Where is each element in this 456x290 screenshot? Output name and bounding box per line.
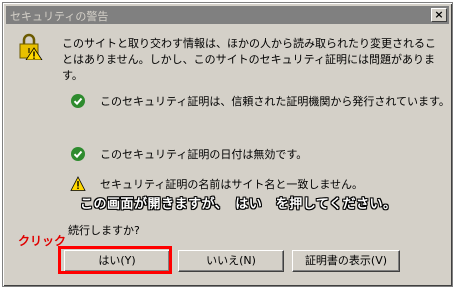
title-bar[interactable]: セキュリティの警告 × (6, 6, 449, 24)
window-title: セキュリティの警告 (10, 10, 109, 23)
intro-message: このサイトと取り交わす情報は、ほかの人から読み取られたり変更されることはありませ… (62, 37, 436, 82)
check-icon (71, 94, 85, 108)
yes-button-highlight (58, 246, 172, 274)
check-text: このセキュリティ証明の日付は無効です。 (100, 148, 308, 161)
check-text: このセキュリティ証明は、信頼された証明機関から発行されています。 (100, 95, 450, 108)
view-certificate-button[interactable]: 証明書の表示(V) (292, 250, 400, 272)
close-button[interactable]: × (431, 8, 447, 22)
warning-row-name-mismatch: セキュリティ証明の名前はサイト名と一致しません。 (70, 175, 363, 193)
no-button[interactable]: いいえ(N) (178, 250, 284, 272)
lock-warning-icon (19, 33, 43, 60)
warning-text: セキュリティ証明の名前はサイト名と一致しません。 (100, 178, 364, 191)
continue-question: 続行しますか? (68, 224, 140, 237)
warning-icon (70, 176, 86, 191)
check-row-date: このセキュリティ証明の日付は無効です。 (70, 145, 307, 163)
check-icon (71, 147, 85, 161)
instruction-annotation: この画面が開きますが、 はい を押してください。 (80, 197, 397, 212)
check-row-trusted-issuer: このセキュリティ証明は、信頼された証明機関から発行されています。 (70, 92, 450, 110)
